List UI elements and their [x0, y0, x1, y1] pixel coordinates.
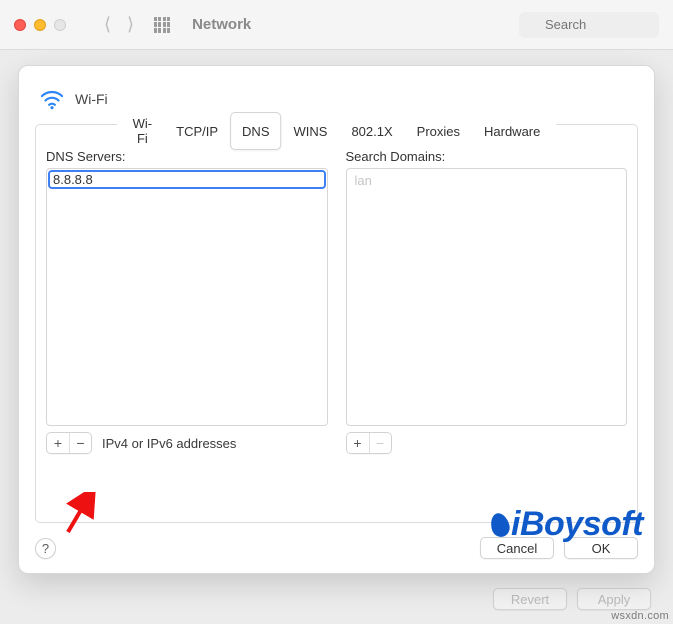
tabs-container: Wi-Fi TCP/IP DNS WINS 802.1X Proxies Har… [35, 124, 638, 523]
search-domains-controls: + − [346, 432, 628, 454]
add-search-domain-button[interactable]: + [347, 433, 369, 453]
dns-address-hint: IPv4 or IPv6 addresses [102, 436, 236, 451]
traffic-lights [14, 19, 66, 31]
remove-search-domain-button: − [369, 433, 391, 453]
search-domains-list[interactable]: lan [346, 168, 628, 426]
dns-server-entry[interactable]: 8.8.8.8 [49, 171, 325, 188]
close-window-button[interactable] [14, 19, 26, 31]
dialog-buttons: Cancel OK [480, 537, 638, 559]
dns-servers-controls: + − IPv4 or IPv6 addresses [46, 432, 328, 454]
wifi-icon [39, 86, 65, 112]
dns-servers-label: DNS Servers: [46, 149, 328, 164]
revert-button: Revert [493, 588, 567, 610]
minimize-window-button[interactable] [34, 19, 46, 31]
advanced-settings-sheet: Wi-Fi Wi-Fi TCP/IP DNS WINS 802.1X Proxi… [18, 65, 655, 574]
dns-servers-column: DNS Servers: 8.8.8.8 + − IPv4 or IPv6 ad… [46, 149, 328, 510]
search-wrap [519, 12, 659, 38]
window-toolbar: ⟨ ⟩ Network [0, 0, 673, 50]
tab-tcpip[interactable]: TCP/IP [164, 112, 230, 150]
tab-proxies[interactable]: Proxies [405, 112, 472, 150]
search-domain-placeholder: lan [347, 169, 627, 192]
nav-arrows: ⟨ ⟩ [104, 14, 134, 35]
tab-hardware[interactable]: Hardware [472, 112, 552, 150]
window-title: Network [192, 16, 251, 33]
cancel-button[interactable]: Cancel [480, 537, 554, 559]
tab-wins[interactable]: WINS [281, 112, 339, 150]
back-button[interactable]: ⟨ [104, 14, 111, 35]
tab-dns[interactable]: DNS [230, 112, 281, 150]
remove-dns-server-button[interactable]: − [69, 433, 91, 453]
background-button-row: Revert Apply [493, 588, 651, 610]
dns-servers-list[interactable]: 8.8.8.8 [46, 168, 328, 426]
apply-button: Apply [577, 588, 651, 610]
show-all-prefs-button[interactable] [154, 17, 170, 33]
connection-name: Wi-Fi [75, 91, 108, 107]
tab-wifi[interactable]: Wi-Fi [121, 112, 165, 150]
ok-button[interactable]: OK [564, 537, 638, 559]
tab-bar: Wi-Fi TCP/IP DNS WINS 802.1X Proxies Har… [117, 112, 557, 150]
forward-button[interactable]: ⟩ [127, 14, 134, 35]
help-button[interactable]: ? [35, 538, 56, 559]
search-input[interactable] [519, 12, 659, 38]
dns-servers-add-remove: + − [46, 432, 92, 454]
search-domains-add-remove: + − [346, 432, 392, 454]
add-dns-server-button[interactable]: + [47, 433, 69, 453]
search-domains-label: Search Domains: [346, 149, 628, 164]
zoom-window-button [54, 19, 66, 31]
tab-8021x[interactable]: 802.1X [339, 112, 404, 150]
sheet-footer: ? Cancel OK [35, 537, 638, 559]
search-domains-column: Search Domains: lan + − [346, 149, 628, 510]
source-watermark: wsxdn.com [611, 610, 669, 622]
dns-columns: DNS Servers: 8.8.8.8 + − IPv4 or IPv6 ad… [46, 149, 627, 510]
